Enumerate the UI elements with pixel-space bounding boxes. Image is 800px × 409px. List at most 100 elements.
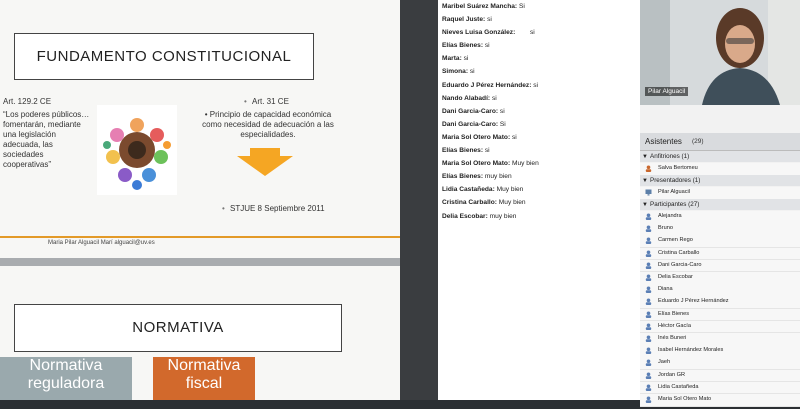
down-arrow-icon	[235, 148, 295, 178]
chat-sender: Raquel Juste:	[442, 16, 486, 24]
attendee-name: Eduardo J Pérez Hernández	[658, 298, 729, 305]
slide-fundamento: FUNDAMENTO CONSTITUCIONAL Art. 129.2 CE …	[0, 0, 400, 258]
attendee-participant[interactable]: Cristina Carballo	[640, 247, 800, 261]
stjue-label: STJUE 8 Septiembre 2011	[230, 204, 325, 213]
user-icon	[645, 359, 652, 367]
chat-text: Muy bien	[510, 160, 539, 168]
chat-message: Lidia Castañeda: Muy bien	[442, 183, 640, 196]
user-icon	[645, 237, 652, 245]
chat-sender: Cristina Carballo:	[442, 199, 497, 207]
chat-pane[interactable]: Maribel Suárez Mancha: Si Raquel Juste: s…	[400, 0, 640, 400]
chat-text: si	[485, 16, 492, 24]
chat-sender: Lidia Castañeda:	[442, 186, 495, 194]
chat-text: Muy bien	[496, 199, 526, 207]
attendee-participant[interactable]: Bruno	[640, 223, 800, 236]
chat-sender: Marta:	[442, 55, 462, 63]
slides-pane: FUNDAMENTO CONSTITUCIONAL Art. 129.2 CE …	[0, 0, 400, 400]
chat-sender: Maria Sol Otero Mato:	[442, 133, 511, 141]
attendee-name: Jaeh	[658, 359, 671, 366]
chat-message: Nando Alabadí: si	[442, 92, 640, 105]
chat-message: Elías Bienes: muy bien	[442, 170, 640, 183]
slide-footer: Maria Pilar Alguacil Marí alguacil@uv.es	[48, 240, 155, 246]
attendee-host[interactable]: Salva Bertomeu	[640, 163, 800, 176]
attendee-participant[interactable]: Isabel Hernández Morales	[640, 345, 800, 358]
chat-sender: Nando Alabadí:	[442, 94, 491, 102]
art-129-label: Art. 129.2 CE	[3, 97, 52, 106]
chat-text: si	[483, 147, 490, 155]
chat-gutter	[400, 0, 438, 400]
chat-text: si	[510, 133, 517, 141]
user-icon	[645, 323, 652, 330]
chat-message: Maribel Suárez Mancha: Si	[442, 0, 640, 13]
participants-group-label: Participantes (27)	[650, 201, 700, 208]
user-icon	[645, 225, 652, 233]
normativa-fiscal-box: Normativa fiscal	[153, 357, 255, 400]
chevron-down-icon: ▼	[642, 178, 648, 184]
attendee-participant[interactable]: Delia Escobar	[640, 272, 800, 285]
chat-sender: Elías Bienes:	[442, 173, 484, 181]
art-31-bullet: •	[244, 97, 247, 106]
attendee-participant[interactable]: Alejandra	[640, 211, 800, 224]
chat-message: Nieves Luisa González: si	[442, 26, 640, 39]
chat-message: Marta: si	[442, 52, 640, 65]
chat-text: si	[498, 107, 505, 115]
chat-message: Eduardo J Pérez Hernández: si	[442, 79, 640, 92]
cooperation-illustration	[97, 105, 177, 195]
user-icon	[645, 347, 652, 355]
attendee-participant[interactable]: Carmen Rego	[640, 235, 800, 248]
presenter-screen-icon	[645, 189, 652, 196]
hosts-group-label: Anfitriones (1)	[650, 153, 690, 160]
chat-sender: Elías Bienes:	[442, 42, 484, 50]
attendee-presenter[interactable]: Pilar Alguacil	[640, 187, 800, 200]
chat-message: Cristina Carballo: Muy bien	[442, 196, 640, 209]
attendee-participant[interactable]: Inés Buneri	[640, 333, 800, 346]
user-icon	[645, 384, 652, 391]
chat-text: si	[468, 68, 475, 76]
attendee-participant[interactable]: Jaeh	[640, 357, 800, 370]
participants-group-header[interactable]: ▼ Participantes (27)	[640, 199, 800, 210]
chat-sender: Elías Bienes:	[442, 147, 484, 155]
attendee-name: Héctor Gacía	[658, 322, 691, 329]
attendee-name: Diana	[658, 286, 673, 293]
chevron-down-icon: ▼	[642, 154, 648, 160]
chat-text: Muy bien	[494, 186, 524, 194]
attendee-name: Cristina Carballo	[658, 249, 700, 256]
attendees-header[interactable]: Asistentes (29)	[640, 133, 800, 151]
chat-text: muy bien	[483, 173, 512, 181]
attendee-participant[interactable]: Elías Bienes	[640, 308, 800, 322]
chat-sender: Maria Sol Otero Mato:	[442, 160, 511, 168]
user-icon	[645, 372, 652, 379]
user-icon	[645, 250, 652, 257]
slide-title: NORMATIVA	[14, 304, 342, 352]
chat-text: muy bien	[487, 212, 517, 220]
attendees-count: (29)	[692, 138, 704, 145]
chat-message: Elías Bienes: si	[442, 144, 640, 157]
attendee-name: Lidia Castañeda	[658, 383, 699, 390]
presenters-group-label: Presentadores (1)	[650, 177, 701, 184]
attendee-participant[interactable]: Maria Sol Otero Mato	[640, 394, 800, 407]
attendee-name: Delia Escobar	[658, 274, 693, 280]
normativa-reguladora-box: Normativa reguladora	[0, 357, 132, 400]
attendee-participant[interactable]: Lidia Castañeda	[640, 381, 800, 395]
chat-text: Si	[498, 120, 506, 128]
chat-message: Simona: si	[442, 65, 640, 78]
attendee-name: Pilar Alguacil	[658, 189, 691, 195]
user-icon	[645, 335, 652, 342]
attendee-participant[interactable]: Diana	[640, 284, 800, 297]
attendee-name: Isabel Hernández Morales	[658, 347, 724, 354]
attendee-participant[interactable]: Jordan GR	[640, 369, 800, 383]
chat-text: si	[515, 29, 535, 37]
attendee-participant[interactable]: Eduardo J Pérez Hernández	[640, 296, 800, 309]
chat-text: si	[531, 81, 538, 89]
attendee-participant[interactable]: Dani Garcia-Caro	[640, 259, 800, 273]
chat-text: Si	[517, 3, 525, 10]
attendee-name: Bruno	[658, 225, 673, 232]
attendee-participant[interactable]: Héctor Gacía	[640, 320, 800, 334]
chat-text: si	[490, 94, 497, 102]
presenters-group-header[interactable]: ▼ Presentadores (1)	[640, 175, 800, 186]
hosts-group-header[interactable]: ▼ Anfitriones (1)	[640, 151, 800, 162]
attendee-name: Dani Garcia-Caro	[658, 261, 702, 268]
chat-message: Delia Escobar: muy bien	[442, 210, 640, 223]
chat-message: Maria Sol Otero Mato: si	[442, 131, 640, 144]
quote-text: “Los poderes públicos…fomentarán, median…	[3, 110, 90, 169]
